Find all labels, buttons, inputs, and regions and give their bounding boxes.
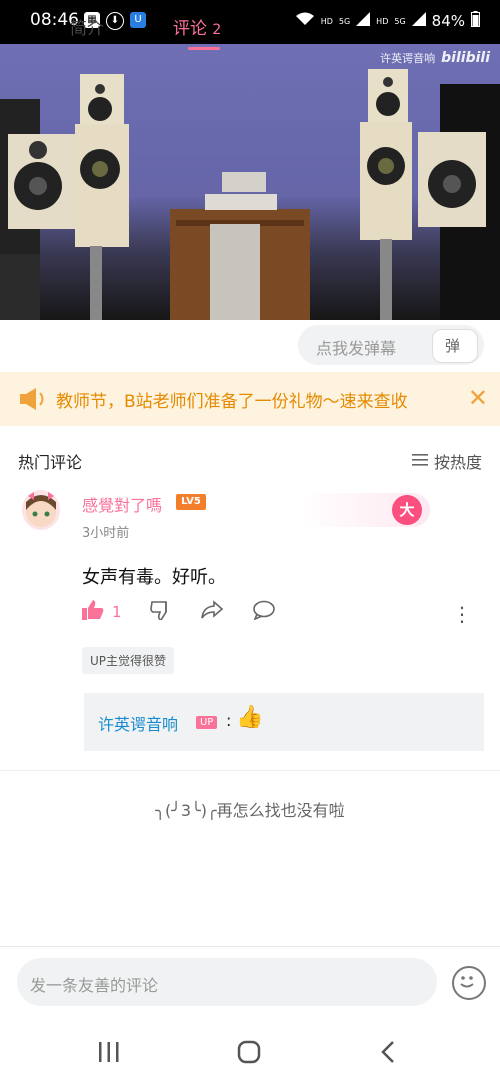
- battery-icon: [471, 11, 480, 31]
- like-count: 1: [112, 603, 122, 621]
- video-frame: [0, 69, 500, 320]
- hd-label-1: HD: [320, 16, 333, 26]
- tab-comments-label: 评论: [173, 19, 207, 39]
- share-button[interactable]: [200, 600, 224, 624]
- like-button[interactable]: 1: [82, 600, 122, 624]
- signal-icon-1: [356, 12, 371, 30]
- watermark-author: 许英谔音响: [380, 52, 436, 65]
- comment-content[interactable]: 女声有毒。好听。: [82, 563, 226, 589]
- dislike-button[interactable]: [149, 600, 172, 624]
- reply-author[interactable]: 许英谔音响: [98, 711, 178, 735]
- sort-icon: [411, 452, 428, 471]
- danmu-toggle-button[interactable]: 弹: [432, 329, 478, 363]
- comment-username[interactable]: 感覺對了嗎: [82, 492, 162, 516]
- back-icon[interactable]: [380, 1040, 396, 1068]
- tab-comments[interactable]: 评论 2: [173, 14, 221, 39]
- home-icon[interactable]: [237, 1040, 261, 1068]
- danmu-placeholder: 点我发弹幕: [316, 339, 397, 358]
- thumbs-up-icon: [82, 600, 104, 624]
- tab-intro[interactable]: 简介: [70, 14, 104, 39]
- danmu-icon: 弹: [445, 337, 461, 355]
- bilibili-logo: bilibili: [441, 50, 490, 66]
- banner-text: 教师节，B站老师们准备了一份礼物～速来查收: [56, 392, 408, 412]
- battery-percent: 84%: [431, 12, 465, 30]
- divider: [0, 946, 500, 947]
- video-player[interactable]: 许英谔音响 bilibili: [0, 44, 500, 320]
- system-nav-bar: [0, 1020, 500, 1083]
- tab-comments-count: 2: [212, 22, 222, 38]
- reply-button[interactable]: [252, 600, 276, 624]
- comment-actions: 1: [82, 600, 304, 624]
- thumbs-up-emoji: 👍: [236, 705, 264, 730]
- hd-label-2: HD: [376, 16, 389, 26]
- comment-input-placeholder: 发一条友善的评论: [30, 976, 159, 995]
- end-of-list-text: ╮(╯3╰)╭再怎么找也没有啦: [155, 801, 345, 820]
- up-liked-tag: UP主觉得很赞: [82, 647, 175, 674]
- wifi-icon: [295, 12, 315, 30]
- comment-decoration: 大: [300, 493, 430, 527]
- sort-label: 按热度: [433, 453, 482, 472]
- avatar[interactable]: [22, 490, 60, 530]
- thumbs-down-icon: [149, 600, 172, 624]
- status-right: HD 5G HD 5G 84%: [295, 11, 480, 31]
- divider: [0, 770, 500, 771]
- more-options-icon[interactable]: ⋮: [452, 602, 472, 626]
- level-badge: LV5: [176, 494, 206, 510]
- reply-colon: :: [226, 711, 232, 730]
- comment-bubble-icon: [252, 600, 276, 624]
- danmu-input[interactable]: 点我发弹幕 弹: [298, 325, 484, 365]
- idm-notification-icon: ⬇: [106, 12, 124, 30]
- 5g-label-1: 5G: [338, 16, 351, 26]
- hot-comments-title: 热门评论: [18, 453, 83, 472]
- decoration-badge: 大: [392, 495, 422, 525]
- emoji-icon[interactable]: [452, 966, 486, 1000]
- shield-notification-icon: U: [130, 12, 146, 28]
- megaphone-icon: [18, 386, 48, 416]
- announcement-banner[interactable]: 教师节，B站老师们准备了一份礼物～速来查收 ✕: [0, 372, 500, 426]
- comment-time: 3小时前: [82, 526, 130, 541]
- close-icon[interactable]: ✕: [468, 384, 488, 412]
- reply-preview[interactable]: 许英谔音响 UP : 👍: [84, 693, 484, 751]
- sort-button[interactable]: 按热度: [411, 449, 482, 473]
- recents-icon[interactable]: [98, 1042, 120, 1066]
- up-badge: UP: [196, 716, 218, 729]
- share-icon: [200, 600, 224, 624]
- 5g-label-2: 5G: [394, 16, 406, 26]
- tab-active-indicator: [188, 47, 220, 50]
- signal-icon-2: [411, 12, 426, 30]
- video-watermark: 许英谔音响 bilibili: [380, 50, 490, 66]
